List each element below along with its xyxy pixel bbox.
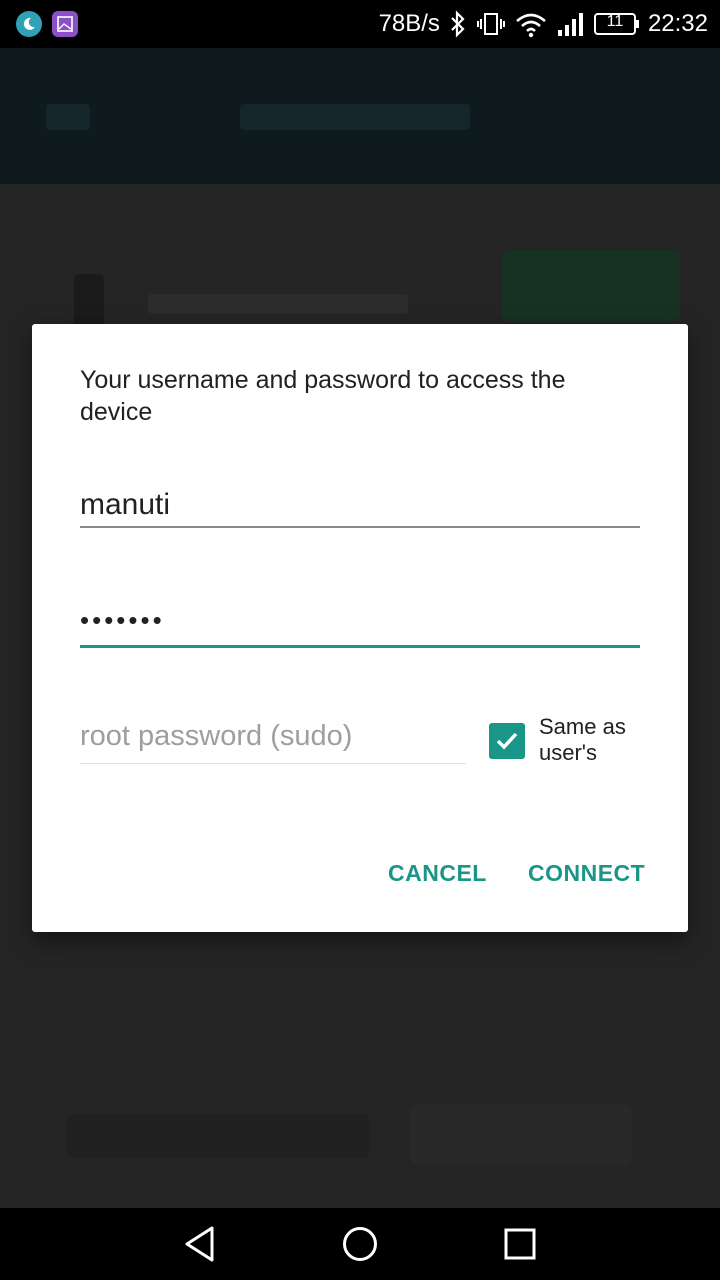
bluetooth-icon bbox=[448, 10, 468, 38]
password-value: ••••••• bbox=[80, 605, 165, 635]
background-app-toolbar bbox=[0, 48, 720, 184]
dialog-message: Your username and password to access the… bbox=[80, 366, 566, 426]
signal-icon bbox=[556, 10, 586, 38]
back-icon[interactable] bbox=[180, 1224, 220, 1264]
connect-button[interactable]: CONNECT bbox=[528, 860, 645, 887]
wifi-icon bbox=[514, 10, 548, 38]
battery-icon: 11 bbox=[593, 12, 640, 36]
clock: 22:32 bbox=[647, 10, 708, 37]
cancel-button[interactable]: CANCEL bbox=[388, 860, 487, 887]
username-value: manuti bbox=[80, 488, 171, 521]
background-action-button bbox=[502, 250, 680, 322]
gallery-app-icon bbox=[52, 11, 78, 37]
background-nav-icon bbox=[46, 104, 90, 130]
username-field[interactable]: manuti bbox=[80, 488, 640, 528]
login-dialog: Your username and password to access the… bbox=[32, 324, 688, 932]
home-icon[interactable] bbox=[340, 1224, 380, 1264]
checkmark-icon bbox=[496, 732, 518, 750]
recents-icon[interactable] bbox=[500, 1224, 540, 1264]
password-field[interactable]: ••••••• bbox=[80, 600, 640, 648]
root-password-field[interactable]: root password (sudo) bbox=[80, 720, 466, 764]
navigation-bar bbox=[0, 1208, 720, 1280]
background-bottom-button bbox=[410, 1104, 632, 1164]
background-device-text bbox=[148, 294, 408, 314]
battery-level: 11 bbox=[606, 13, 624, 30]
status-bar: 78B/s 11 22:32 bbox=[0, 0, 720, 48]
same-as-user-label[interactable]: Same as user's bbox=[539, 714, 659, 766]
background-bottom-link bbox=[66, 1114, 370, 1158]
root-password-placeholder: root password (sudo) bbox=[80, 720, 353, 752]
same-as-user-checkbox[interactable] bbox=[489, 723, 525, 759]
moon-app-icon bbox=[16, 11, 42, 37]
vibrate-icon bbox=[476, 10, 506, 38]
network-speed: 78B/s bbox=[378, 10, 440, 37]
background-title bbox=[240, 104, 470, 130]
